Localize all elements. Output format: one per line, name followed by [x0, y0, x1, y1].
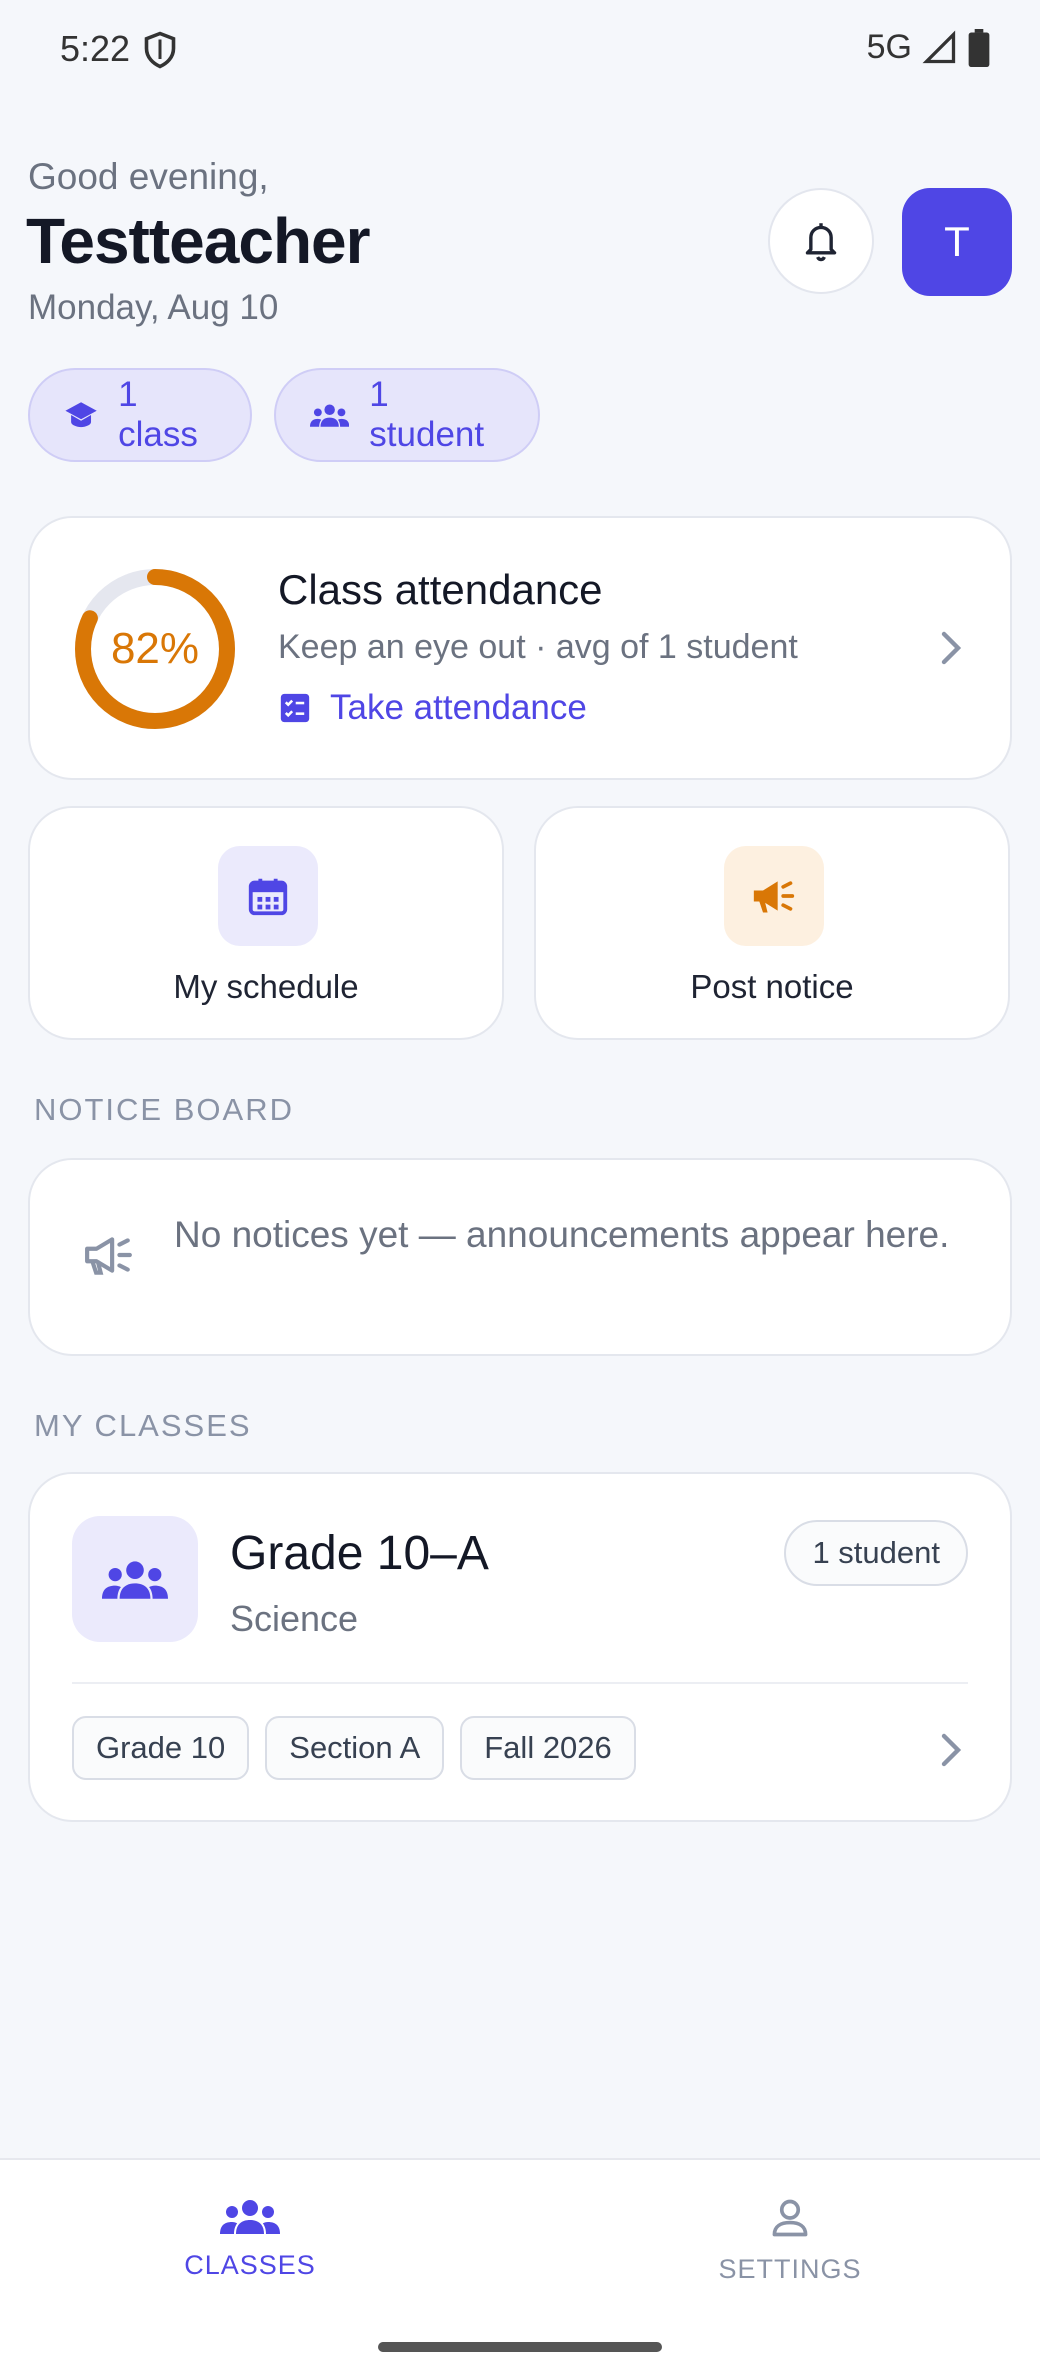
- attendance-percent: 82%: [110, 624, 200, 673]
- nav-classes-tab[interactable]: CLASSES: [120, 2196, 380, 2281]
- schedule-icon-tile: [218, 846, 318, 946]
- profile-avatar-button[interactable]: T: [902, 188, 1012, 296]
- post-notice-icon-tile: [724, 846, 824, 946]
- my-schedule-label: My schedule: [173, 968, 359, 1005]
- post-notice-label: Post notice: [690, 968, 854, 1005]
- class-student-count: 1 student: [784, 1520, 968, 1586]
- group-icon: [102, 1561, 168, 1599]
- nav-classes-label: CLASSES: [184, 2250, 316, 2280]
- person-icon: [772, 2199, 808, 2237]
- notice-board-heading: NOTICE BOARD: [34, 1092, 294, 1127]
- status-time: 5:22: [60, 28, 131, 69]
- home-indicator[interactable]: [378, 2342, 662, 2352]
- notice-board-card: No notices yet — announcements appear he…: [28, 1158, 1012, 1356]
- classes-count-chip[interactable]: 1 class: [28, 368, 252, 462]
- my-schedule-button[interactable]: My schedule: [28, 806, 504, 1040]
- shield-icon: [144, 31, 176, 69]
- status-bar: 5:22 5G: [0, 0, 1040, 100]
- attendance-title: Class attendance: [278, 566, 603, 613]
- battery-icon: [968, 28, 990, 67]
- checklist-icon: [280, 693, 310, 723]
- take-attendance-label: Take attendance: [330, 688, 587, 727]
- divider: [72, 1682, 968, 1684]
- nav-settings-label: SETTINGS: [718, 2254, 862, 2284]
- graduation-cap-icon: [65, 402, 97, 428]
- notifications-button[interactable]: [768, 188, 874, 294]
- avatar-initial: T: [944, 218, 970, 265]
- take-attendance-link[interactable]: Take attendance: [278, 688, 587, 728]
- calendar-icon: [248, 878, 288, 916]
- class-tags: Grade 10 Section A Fall 2026: [72, 1716, 636, 1780]
- tag-grade: Grade 10: [72, 1716, 250, 1780]
- group-icon: [220, 2200, 280, 2234]
- class-name: Grade 10–A: [230, 1527, 489, 1580]
- bell-icon: [805, 223, 837, 262]
- chevron-right-icon: [941, 631, 962, 665]
- students-count-label: 1 student: [369, 375, 485, 454]
- class-subject: Science: [230, 1598, 359, 1639]
- attendance-subtitle: Keep an eye out · avg of 1 student: [278, 628, 798, 666]
- teacher-home-screen: 5:22 5G Good evening, Testteacher Monday…: [0, 0, 1040, 2360]
- current-date: Monday, Aug 10: [28, 288, 279, 327]
- status-indicators: 5G: [867, 28, 990, 67]
- megaphone-icon: [753, 881, 795, 913]
- signal-icon: [922, 30, 956, 63]
- my-classes-heading: MY CLASSES: [34, 1408, 252, 1443]
- post-notice-button[interactable]: Post notice: [534, 806, 1010, 1040]
- class-icon-tile: [72, 1516, 198, 1642]
- tag-section: Section A: [265, 1716, 445, 1780]
- network-type: 5G: [866, 28, 912, 66]
- class-attendance-card[interactable]: 82% Class attendance Keep an eye out · a…: [28, 516, 1012, 780]
- greeting-text: Good evening,: [28, 156, 269, 197]
- notice-empty-text: No notices yet — announcements appear he…: [174, 1214, 950, 1255]
- chevron-right-icon: [941, 1733, 962, 1767]
- students-count-chip[interactable]: 1 student: [274, 368, 540, 462]
- class-card[interactable]: Grade 10–A Science 1 student Grade 10 Se…: [28, 1472, 1012, 1822]
- bottom-navigation: CLASSES SETTINGS: [0, 2158, 1040, 2360]
- tag-term: Fall 2026: [460, 1716, 636, 1780]
- teacher-name: Testteacher: [26, 205, 371, 277]
- nav-settings-tab[interactable]: SETTINGS: [660, 2196, 920, 2285]
- megaphone-outline-icon: [85, 1237, 132, 1275]
- classes-count-label: 1 class: [118, 375, 198, 454]
- group-icon: [310, 404, 350, 427]
